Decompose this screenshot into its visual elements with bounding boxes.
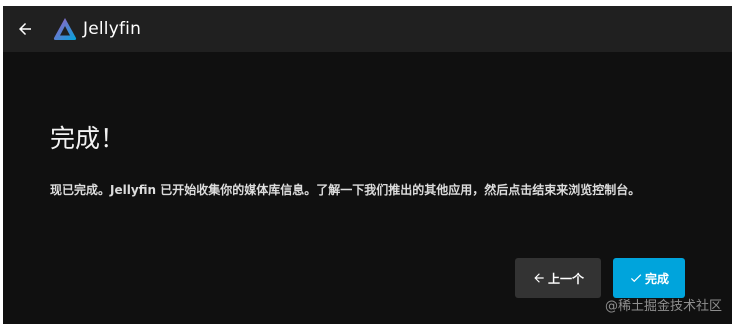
app-header: Jellyfin [3,6,732,52]
app-logo[interactable]: Jellyfin [53,17,141,41]
app-window: Jellyfin 完成！ 现已完成。Jellyfin 已开始收集你的媒体库信息。… [3,6,732,324]
previous-button-label: 上一个 [547,271,584,286]
wizard-buttons: 上一个 完成 [515,258,685,298]
wizard-content: 完成！ 现已完成。Jellyfin 已开始收集你的媒体库信息。了解一下我们推出的… [50,126,690,200]
logo-text: Jellyfin [83,19,142,39]
watermark-text: @稀土掘金技术社区 [604,299,722,314]
jellyfin-logo-icon [53,17,77,41]
completion-message: 现已完成。Jellyfin 已开始收集你的媒体库信息。了解一下我们推出的其他应用… [50,183,641,197]
check-icon [629,271,643,285]
finish-button[interactable]: 完成 [613,258,685,298]
arrow-left-icon [532,271,546,285]
finish-button-label: 完成 [644,271,669,286]
page-title: 完成！ [50,124,126,153]
back-button[interactable] [9,13,41,45]
arrow-left-icon [19,23,31,35]
previous-button[interactable]: 上一个 [515,258,601,298]
